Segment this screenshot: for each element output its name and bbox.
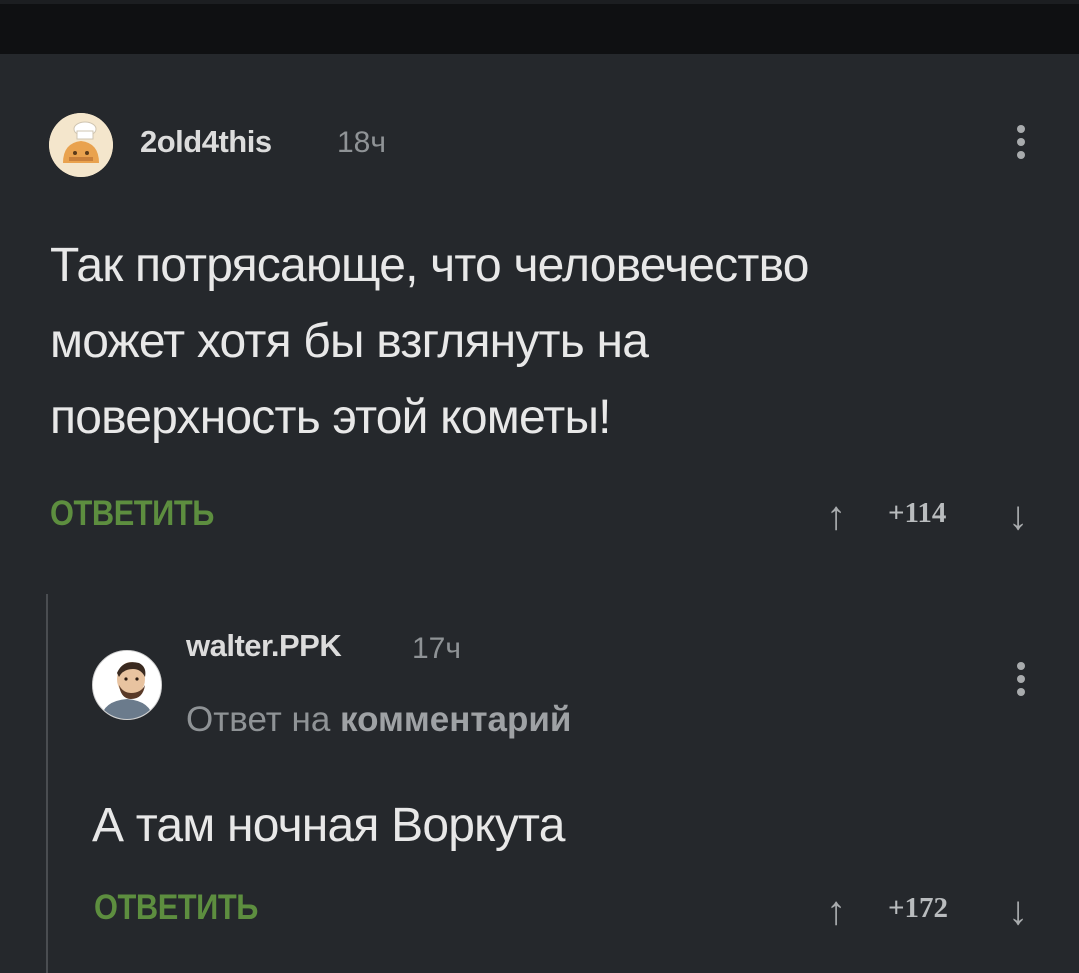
reply-button[interactable]: ОТВЕТИТЬ [50,494,214,534]
username[interactable]: 2old4this [140,124,272,160]
bearded-man-avatar-icon [93,651,161,719]
cat-with-chef-hat-avatar-icon [49,113,113,177]
comment-text-line: поверхность этой кометы! [50,391,612,444]
comment-text-line: может хотя бы взглянуть на [50,315,649,368]
username[interactable]: walter.PPK [186,628,342,664]
downvote-icon[interactable]: ↓ [1008,891,1028,931]
upvote-icon[interactable]: ↑ [826,496,846,536]
reply-to-target-link[interactable]: комментарий [340,700,571,739]
reply-button[interactable]: ОТВЕТИТЬ [94,888,258,928]
comment-text: А там ночная Воркута [92,799,565,852]
downvote-icon[interactable]: ↓ [1008,496,1028,536]
avatar[interactable] [92,650,162,720]
reply-to-line: Ответ на комментарий [186,700,571,740]
avatar[interactable] [49,113,113,177]
comment-text: Так потрясающе, что человечество может х… [50,228,809,456]
upvote-icon[interactable]: ↑ [826,891,846,931]
thread-line [46,594,48,973]
comment-text-line: Так потрясающе, что человечество [50,239,809,292]
reply-to-prefix: Ответ на [186,700,341,739]
top-bar [0,0,1079,54]
score: +172 [888,892,949,924]
kebab-menu-icon[interactable] [1016,125,1026,164]
timestamp: 17ч [412,632,461,665]
timestamp: 18ч [337,126,386,159]
score: +114 [888,497,947,529]
kebab-menu-icon[interactable] [1016,662,1026,701]
